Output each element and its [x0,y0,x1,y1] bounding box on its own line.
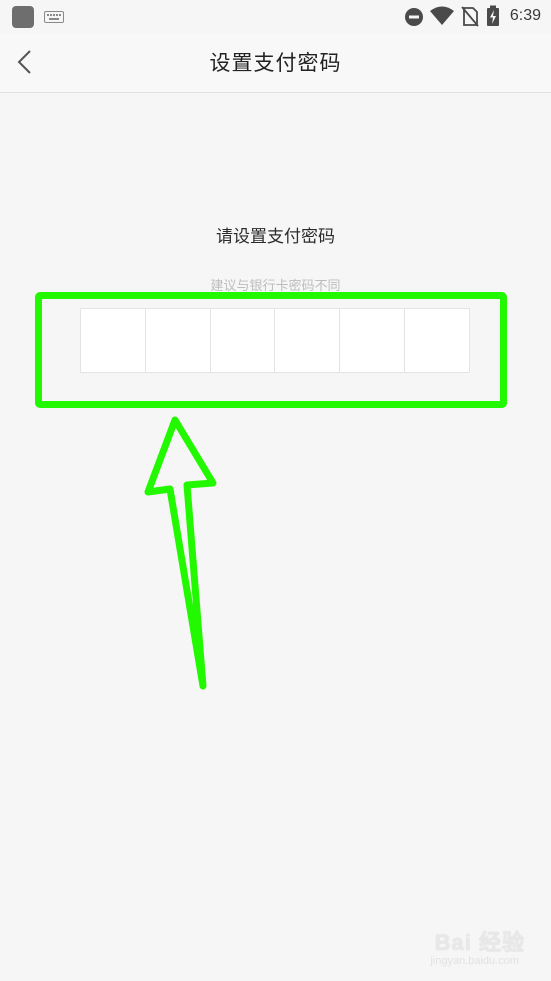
app-header: 设置支付密码 [0,34,551,93]
do-not-disturb-icon [405,8,423,26]
no-sim-icon [461,6,479,27]
pin-cell[interactable] [81,309,146,372]
password-prompt: 请设置支付密码 [216,227,335,247]
clock: 6:39 [509,7,541,24]
password-input[interactable] [80,308,470,373]
app-icon [12,6,34,28]
pin-cell[interactable] [340,309,406,372]
wifi-icon [430,6,454,25]
keyboard-icon [44,11,64,23]
watermark-logo: Bai 经验 [434,930,525,955]
password-hint: 建议与银行卡密码不同 [210,279,341,294]
status-bar: 6:39 [0,0,551,34]
battery-charging-icon [487,5,499,26]
page-title: 设置支付密码 [209,51,342,75]
pin-cell[interactable] [405,309,469,372]
annotation-arrow [144,416,217,690]
pin-cell[interactable] [145,309,211,372]
pin-cell[interactable] [275,309,341,372]
watermark-url: jingyan.baidu.com [430,955,519,967]
pin-cell[interactable] [210,309,276,372]
